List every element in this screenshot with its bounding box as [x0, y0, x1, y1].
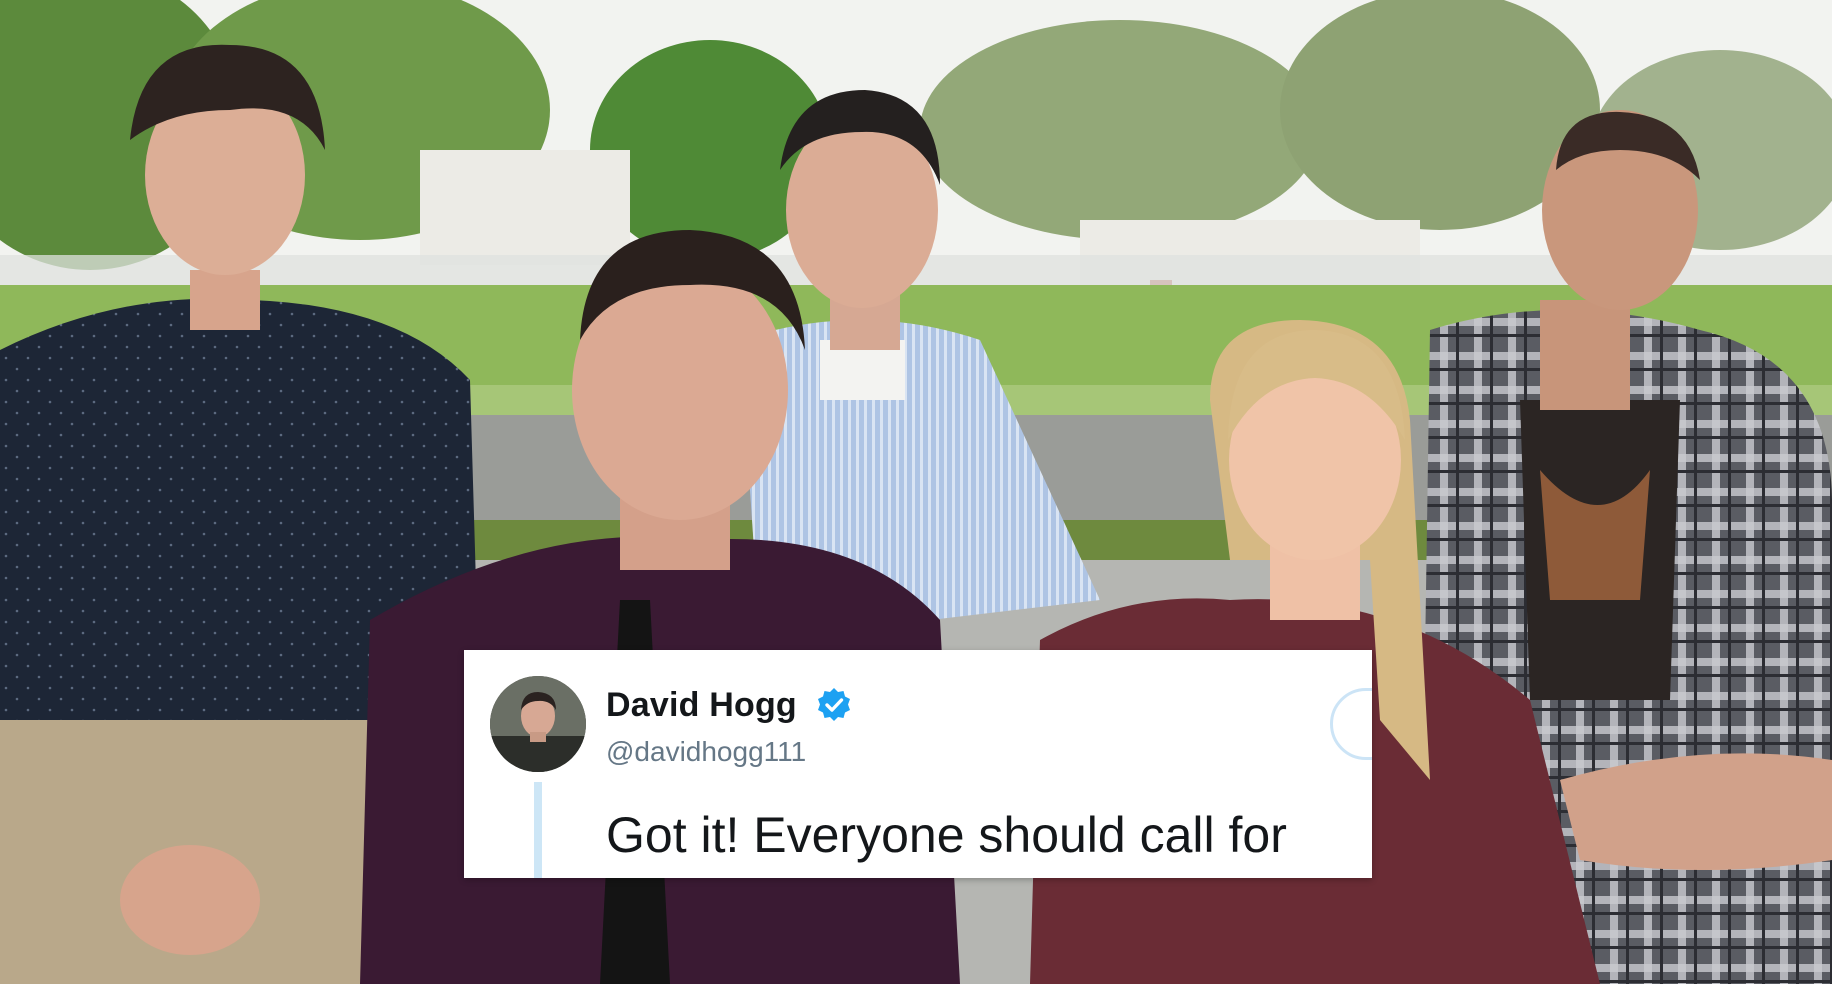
- thread-line: [534, 782, 542, 878]
- tweet-text: Got it! Everyone should call for: [606, 807, 1287, 863]
- avatar[interactable]: [490, 676, 586, 772]
- verified-badge-icon: [818, 688, 850, 721]
- handle[interactable]: @davidhogg111: [606, 736, 806, 768]
- tweet-card: David Hogg @davidhogg111 Got it! Everyon…: [464, 650, 1372, 878]
- profile-photo-icon: [490, 676, 586, 772]
- follow-button[interactable]: [1330, 688, 1372, 760]
- display-name[interactable]: David Hogg: [606, 686, 797, 725]
